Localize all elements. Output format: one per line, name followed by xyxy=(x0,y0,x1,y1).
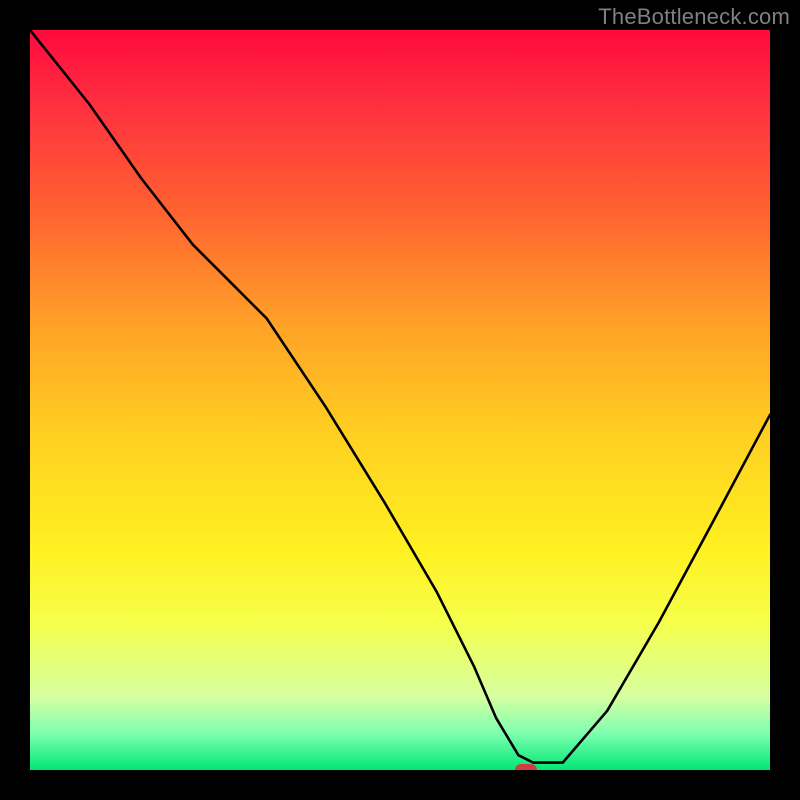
curve-layer xyxy=(30,30,770,770)
bottleneck-curve xyxy=(30,30,770,763)
chart-container: TheBottleneck.com xyxy=(0,0,800,800)
optimal-point-marker xyxy=(515,764,537,770)
plot-area xyxy=(30,30,770,770)
watermark-text: TheBottleneck.com xyxy=(598,4,790,30)
